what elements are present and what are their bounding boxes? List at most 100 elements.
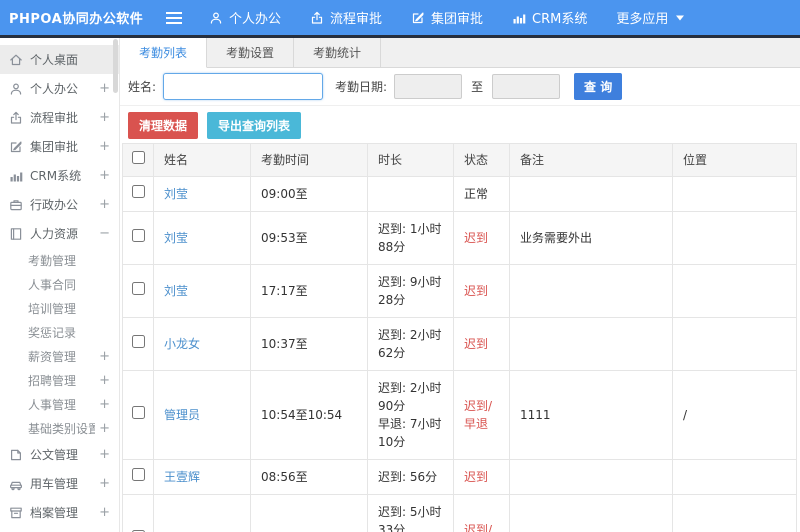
attendance-table: 姓名 考勤时间 时长 状态 备注 位置 刘莹 09:00至 正常 刘莹 09:53至 迟到: 1小时… — [122, 143, 797, 532]
sidebar: 个人桌面 个人办公 + 流程审批 + 集团审批 + CRM系统 + 行政办公 + 人力资源 − 考勤管理人… — [0, 38, 120, 532]
edit-icon — [9, 140, 23, 154]
sidebar-item-crm-system[interactable]: CRM系统 + — [0, 161, 119, 190]
sidebar-item-label: 培训管理 — [28, 301, 77, 316]
nav-item-personal-office[interactable]: 个人办公 — [209, 8, 281, 27]
sidebar-item-personnel-mgmt[interactable]: 人事管理 + — [0, 392, 119, 416]
row-checkbox[interactable] — [131, 335, 145, 348]
sidebar-item-label: 个人办公 — [30, 82, 79, 96]
row-checkbox[interactable] — [131, 229, 145, 242]
row-checkbox[interactable] — [131, 185, 145, 198]
column-header: 姓名 — [153, 143, 251, 177]
name-link[interactable]: 王壹辉 — [164, 470, 200, 484]
sidebar-item-label: 用车管理 — [30, 477, 79, 491]
nav-item-label: 更多应用 — [616, 12, 669, 27]
sidebar-item-label: 奖惩记录 — [28, 325, 77, 340]
sidebar-item-label: 公文管理 — [30, 448, 79, 462]
export-list-button[interactable]: 导出查询列表 — [207, 111, 302, 139]
name-link[interactable]: 刘莹 — [164, 231, 188, 245]
attendance-date-label: 考勤日期: — [335, 80, 388, 94]
sidebar-item-personal-desktop[interactable]: 个人桌面 — [0, 45, 119, 74]
location-cell — [672, 317, 797, 371]
sidebar-scrollbar-thumb[interactable] — [113, 39, 118, 93]
name-link[interactable]: 刘莹 — [164, 187, 188, 201]
select-all-checkbox[interactable] — [131, 151, 145, 164]
duration-line: 迟到: 2小时90分 — [378, 381, 442, 413]
select-all-header — [122, 143, 154, 177]
status-badge: 迟到 — [464, 337, 489, 351]
status-badge: 正常 — [464, 187, 489, 201]
name-link[interactable]: 刘莹 — [164, 284, 188, 298]
sidebar-item-document-mgmt[interactable]: 公文管理 + — [0, 440, 119, 469]
sidebar-item-salary-mgmt[interactable]: 薪资管理 + — [0, 344, 119, 368]
table-row: 小龙女 10:37至 迟到: 2小时62分 迟到 — [122, 317, 797, 371]
name-link[interactable]: 小龙女 — [164, 337, 200, 351]
name-input[interactable] — [163, 73, 324, 100]
clear-data-button[interactable]: 清理数据 — [128, 111, 199, 139]
table-row: 刘莹 09:00至 正常 — [122, 176, 797, 212]
row-checkbox-cell — [122, 494, 154, 532]
duration-line: 迟到: 1小时88分 — [378, 222, 442, 254]
status-cell: 正常 — [453, 176, 510, 212]
tab-attendance-settings[interactable]: 考勤设置 — [207, 38, 295, 67]
sidebar-item-archive-mgmt[interactable]: 档案管理 + — [0, 498, 119, 527]
nav-item-more-apps[interactable]: 更多应用 — [616, 8, 685, 27]
sidebar-item-base-category-settings[interactable]: 基础类别设置 + — [0, 416, 119, 440]
expand-plus-icon: + — [99, 447, 110, 462]
query-button[interactable]: 查 询 — [574, 73, 623, 100]
expand-plus-icon: + — [99, 110, 110, 125]
location-cell: / — [672, 494, 797, 532]
attendance-time-cell: 13:20至13:20 — [250, 494, 368, 532]
date-to-label: 至 — [471, 80, 484, 94]
sidebar-item-admin-office[interactable]: 行政办公 + — [0, 190, 119, 219]
name-link[interactable]: 管理员 — [164, 408, 200, 422]
chart-icon — [9, 169, 23, 183]
sidebar-item-personal-office[interactable]: 个人办公 + — [0, 74, 119, 103]
sidebar-item-workflow-approval[interactable]: 流程审批 + — [0, 103, 119, 132]
sidebar-item-label: 人力资源 — [30, 227, 79, 241]
row-checkbox[interactable] — [131, 468, 145, 481]
expand-plus-icon: + — [99, 372, 110, 388]
nav-item-label: 流程审批 — [330, 12, 383, 27]
sidebar-item-attendance-mgmt[interactable]: 考勤管理 — [0, 248, 119, 272]
attendance-time-cell: 09:53至 — [250, 211, 368, 265]
location-cell: / — [672, 370, 797, 460]
nav-item-group-approval[interactable]: 集团审批 — [411, 8, 483, 27]
sidebar-item-label: 薪资管理 — [28, 349, 77, 364]
sidebar-item-label: 招聘管理 — [28, 373, 77, 388]
status-badge: 迟到 — [464, 470, 489, 484]
nav-item-workflow-approval[interactable]: 流程审批 — [310, 8, 382, 27]
sidebar-item-group-approval[interactable]: 集团审批 + — [0, 132, 119, 161]
sidebar-item-hr[interactable]: 人力资源 − — [0, 219, 119, 248]
attendance-time-cell: 08:56至 — [250, 459, 368, 495]
date-to-input[interactable] — [492, 74, 561, 99]
date-from-input[interactable] — [394, 74, 463, 99]
duration-line: 早退: 7小时10分 — [378, 417, 442, 449]
nav-item-crm-system[interactable]: CRM系统 — [512, 8, 587, 27]
status-cell: 迟到/早退 — [453, 494, 510, 532]
name-cell: 黄蓉 — [153, 494, 251, 532]
note-cell — [509, 176, 673, 212]
row-checkbox[interactable] — [131, 282, 145, 295]
location-cell — [672, 264, 797, 318]
tab-attendance-stats[interactable]: 考勤统计 — [294, 38, 382, 67]
sidebar-item-project-mgmt[interactable]: 项目管理+ — [0, 527, 119, 532]
sidebar-item-training-mgmt[interactable]: 培训管理 — [0, 296, 119, 320]
sidebar-item-recruit-mgmt[interactable]: 招聘管理 + — [0, 368, 119, 392]
car-icon — [9, 477, 23, 491]
row-checkbox-cell — [122, 264, 154, 318]
sidebar-item-label: 档案管理 — [30, 506, 79, 520]
sidebar-item-label: 人事管理 — [28, 397, 77, 412]
briefcase-icon — [9, 198, 23, 212]
expand-plus-icon: + — [99, 139, 110, 154]
sidebar-item-vehicle-mgmt[interactable]: 用车管理 + — [0, 469, 119, 498]
sidebar-item-hr-contract[interactable]: 人事合同 — [0, 272, 119, 296]
sidebar-item-label: 行政办公 — [30, 198, 79, 212]
row-checkbox[interactable] — [131, 406, 145, 419]
duration-line: 迟到: 5小时33分 — [378, 505, 442, 532]
row-checkbox-cell — [122, 211, 154, 265]
status-badge: 迟到 — [464, 284, 489, 298]
sidebar-item-reward-record[interactable]: 奖惩记录 — [0, 320, 119, 344]
tab-attendance-list[interactable]: 考勤列表 — [120, 38, 208, 68]
note-cell — [509, 317, 673, 371]
menu-icon[interactable] — [165, 11, 183, 25]
